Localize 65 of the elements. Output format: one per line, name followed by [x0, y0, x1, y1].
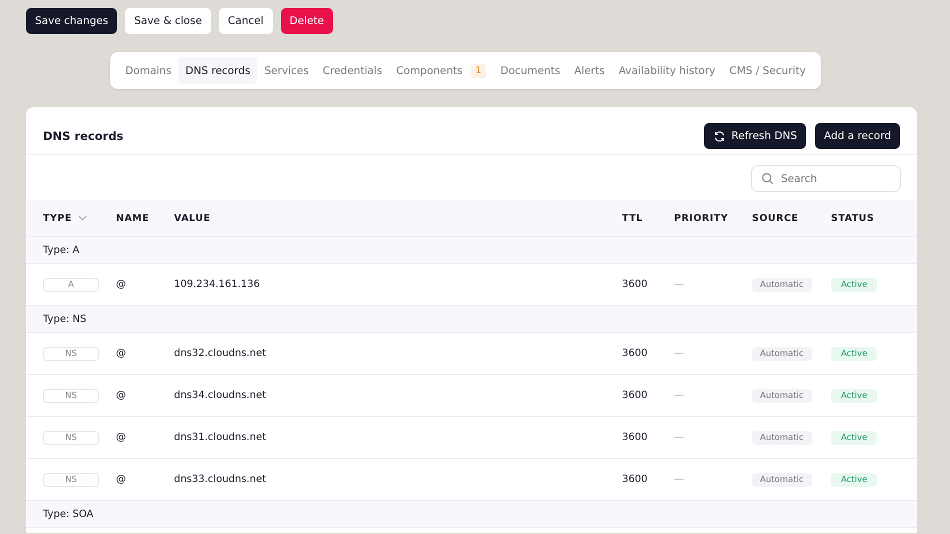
table-cell: —: [674, 474, 684, 485]
table-cell: @: [116, 390, 126, 401]
type-tag: NS: [43, 346, 99, 360]
status-tag: Active: [831, 473, 878, 487]
source-tag: Automatic: [752, 347, 812, 361]
search-icon: [761, 172, 774, 185]
header-button[interactable]: Refresh DNS: [704, 123, 806, 149]
tab[interactable]: CMS / Security: [722, 57, 813, 84]
type-tag: A: [43, 278, 99, 292]
card-title: DNS records: [43, 129, 124, 143]
group-label: Type: A: [43, 244, 80, 256]
tab[interactable]: Domains: [118, 57, 178, 84]
type-tag: NS: [43, 472, 99, 486]
table-cell: @: [116, 348, 126, 359]
tab[interactable]: Credentials: [316, 57, 390, 84]
action-button[interactable]: Save changes: [26, 8, 118, 34]
table-cell: dns33.cloudns.net: [174, 474, 266, 485]
refresh-icon: [713, 130, 726, 142]
table-cell: dns31.cloudns.net: [174, 432, 266, 443]
search-field[interactable]: Search: [751, 165, 901, 192]
tab[interactable]: Components 1: [389, 57, 494, 84]
source-tag: Automatic: [752, 389, 812, 403]
column-header: STATUS: [831, 212, 874, 224]
table-cell: —: [674, 279, 684, 290]
tab[interactable]: Documents: [493, 57, 568, 84]
delete-button[interactable]: Delete: [280, 8, 333, 34]
table-cell: @: [116, 432, 126, 443]
table-cell: @: [116, 474, 126, 485]
column-header: TTL: [622, 212, 643, 224]
status-tag: Active: [831, 347, 878, 361]
group-label: Type: SOA: [43, 508, 94, 520]
table-cell: 3600: [622, 474, 648, 485]
action-button[interactable]: Cancel: [218, 8, 272, 34]
column-header: NAME: [116, 212, 150, 224]
status-tag: Active: [831, 431, 878, 445]
tab[interactable]: DNS records: [178, 57, 258, 84]
type-tag: NS: [43, 430, 99, 444]
column-header: SOURCE: [752, 212, 798, 224]
table-cell: 109.234.161.136: [174, 279, 260, 290]
table-cell: 3600: [622, 279, 648, 290]
type-tag: NS: [43, 388, 99, 402]
table-cell: dns32.cloudns.net: [174, 348, 266, 359]
header-button[interactable]: Add a record: [815, 123, 900, 149]
column-header[interactable]: TYPE: [43, 212, 87, 224]
source-tag: Automatic: [752, 473, 812, 487]
table-cell: —: [674, 348, 684, 359]
table-cell: —: [674, 390, 684, 401]
column-header: VALUE: [174, 212, 210, 224]
table-cell: 3600: [622, 390, 648, 401]
column-header: PRIORITY: [674, 212, 728, 224]
tab[interactable]: Availability history: [612, 57, 722, 84]
action-button[interactable]: Save & close: [125, 8, 211, 34]
table-cell: @: [116, 279, 126, 290]
table-cell: 3600: [622, 432, 648, 443]
source-tag: Automatic: [752, 278, 812, 292]
table-cell: 3600: [622, 348, 648, 359]
table-cell: —: [674, 432, 684, 443]
group-label: Type: NS: [43, 314, 86, 324]
count-badge: 1: [470, 64, 486, 78]
table-cell: dns34.cloudns.net: [174, 390, 266, 401]
status-tag: Active: [831, 389, 878, 403]
source-tag: Automatic: [752, 431, 812, 445]
status-tag: Active: [831, 278, 878, 292]
tab[interactable]: Services: [257, 57, 316, 84]
tab[interactable]: Alerts: [567, 57, 612, 84]
